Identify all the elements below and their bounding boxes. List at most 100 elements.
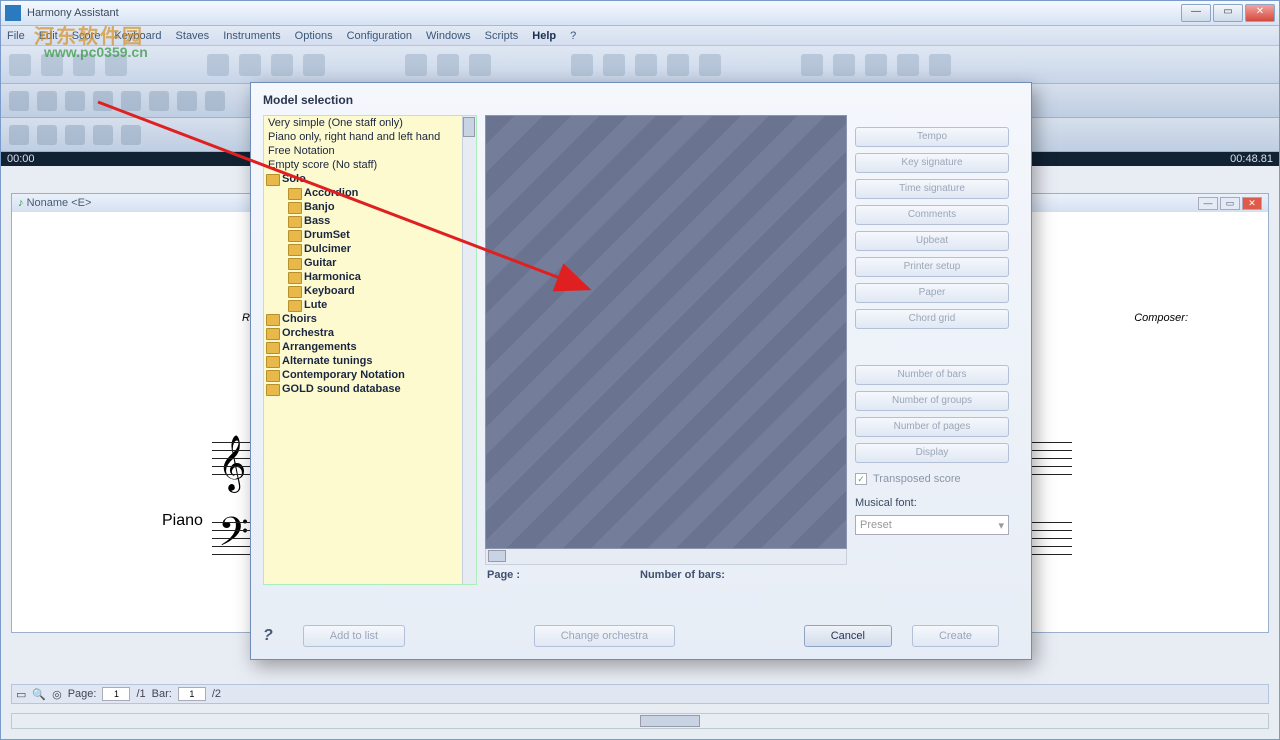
edit-icon[interactable] (93, 125, 113, 145)
side-btn-number-of-bars[interactable]: Number of bars (855, 365, 1009, 385)
menu-keyboard[interactable]: Keyboard (114, 30, 161, 42)
side-btn-time-signature[interactable]: Time signature (855, 179, 1009, 199)
tool-icon[interactable] (699, 54, 721, 76)
note-icon[interactable] (37, 91, 57, 111)
edit-icon[interactable] (65, 125, 85, 145)
zoom-icon[interactable]: 🔍 (32, 688, 46, 701)
transposed-checkbox[interactable]: ✓ (855, 473, 867, 485)
menu-scripts[interactable]: Scripts (485, 30, 519, 42)
model-item-lute[interactable]: Lute (264, 298, 476, 312)
model-item[interactable]: Piano only, right hand and left hand (264, 130, 476, 144)
model-item-dulcimer[interactable]: Dulcimer (264, 242, 476, 256)
preview-scrollbar[interactable] (485, 549, 847, 565)
tool-icon[interactable] (41, 54, 63, 76)
play-icon[interactable] (207, 54, 229, 76)
side-btn-key-signature[interactable]: Key signature (855, 153, 1009, 173)
edit-icon[interactable] (121, 125, 141, 145)
model-item[interactable]: Empty score (No staff) (264, 158, 476, 172)
cancel-button[interactable]: Cancel (804, 625, 892, 647)
model-item-harmonica[interactable]: Harmonica (264, 270, 476, 284)
folder-orchestra[interactable]: Orchestra (264, 326, 476, 340)
side-btn-chord-grid[interactable]: Chord grid (855, 309, 1009, 329)
menu-options[interactable]: Options (295, 30, 333, 42)
side-btn-upbeat[interactable]: Upbeat (855, 231, 1009, 251)
target-icon[interactable]: ◎ (52, 688, 62, 701)
tool-icon[interactable] (897, 54, 919, 76)
tool-icon[interactable] (571, 54, 593, 76)
note-icon[interactable] (93, 91, 113, 111)
menu-configuration[interactable]: Configuration (347, 30, 412, 42)
score-minimize-button[interactable]: — (1198, 197, 1218, 210)
piano-icon[interactable] (801, 54, 823, 76)
tool-icon[interactable] (105, 54, 127, 76)
folder-contemporary-notation[interactable]: Contemporary Notation (264, 368, 476, 382)
side-btn-number-of-groups[interactable]: Number of groups (855, 391, 1009, 411)
side-btn-comments[interactable]: Comments (855, 205, 1009, 225)
score-close-button[interactable]: ✕ (1242, 197, 1262, 210)
menu-?[interactable]: ? (570, 30, 576, 42)
side-btn-tempo[interactable]: Tempo (855, 127, 1009, 147)
model-item-accordion[interactable]: Accordion (264, 186, 476, 200)
note-icon[interactable] (205, 91, 225, 111)
pause-icon[interactable] (239, 54, 261, 76)
note-icon[interactable] (65, 91, 85, 111)
tool-icon[interactable] (405, 54, 427, 76)
model-item-guitar[interactable]: Guitar (264, 256, 476, 270)
score-maximize-button[interactable]: ▭ (1220, 197, 1240, 210)
record-icon[interactable] (929, 54, 951, 76)
preview-scrollbar-thumb[interactable] (488, 550, 506, 562)
forward-icon[interactable] (303, 54, 325, 76)
folder-solo[interactable]: Solo (264, 172, 476, 186)
help-icon[interactable]: ? (263, 627, 273, 645)
keyboard-icon[interactable] (865, 54, 887, 76)
note-icon[interactable] (9, 91, 29, 111)
folder-choirs[interactable]: Choirs (264, 312, 476, 326)
note-icon[interactable] (177, 91, 197, 111)
model-list[interactable]: Very simple (One staff only)Piano only, … (263, 115, 477, 585)
folder-arrangements[interactable]: Arrangements (264, 340, 476, 354)
model-item-banjo[interactable]: Banjo (264, 200, 476, 214)
folder-gold-sound-database[interactable]: GOLD sound database (264, 382, 476, 396)
scrollbar-thumb[interactable] (640, 715, 700, 727)
menu-score[interactable]: Score (72, 30, 101, 42)
tool-icon[interactable] (667, 54, 689, 76)
mic-icon[interactable] (603, 54, 625, 76)
tool-icon[interactable] (833, 54, 855, 76)
musical-font-select[interactable]: Preset▾ (855, 515, 1009, 535)
tool-icon[interactable] (469, 54, 491, 76)
note-icon[interactable] (149, 91, 169, 111)
tool-icon[interactable] (9, 54, 31, 76)
nav-icon[interactable]: ▭ (16, 688, 26, 701)
tool-icon[interactable] (437, 54, 459, 76)
model-item-keyboard[interactable]: Keyboard (264, 284, 476, 298)
create-button[interactable]: Create (912, 625, 999, 647)
model-item[interactable]: Free Notation (264, 144, 476, 158)
tool-icon[interactable] (73, 54, 95, 76)
menu-instruments[interactable]: Instruments (223, 30, 280, 42)
side-btn-printer-setup[interactable]: Printer setup (855, 257, 1009, 277)
menu-help[interactable]: Help (532, 30, 556, 42)
edit-icon[interactable] (9, 125, 29, 145)
edit-icon[interactable] (37, 125, 57, 145)
note-icon[interactable] (121, 91, 141, 111)
rewind-icon[interactable] (271, 54, 293, 76)
list-scrollbar-thumb[interactable] (463, 117, 475, 137)
maximize-button[interactable]: ▭ (1213, 4, 1243, 22)
horizontal-scrollbar[interactable] (11, 713, 1269, 729)
model-item[interactable]: Very simple (One staff only) (264, 116, 476, 130)
menu-file[interactable]: File (7, 30, 25, 42)
side-btn-number-of-pages[interactable]: Number of pages (855, 417, 1009, 437)
minimize-button[interactable]: — (1181, 4, 1211, 22)
model-item-drumset[interactable]: DrumSet (264, 228, 476, 242)
side-btn-display[interactable]: Display (855, 443, 1009, 463)
list-scrollbar[interactable] (462, 116, 476, 584)
folder-alternate-tunings[interactable]: Alternate tunings (264, 354, 476, 368)
side-btn-paper[interactable]: Paper (855, 283, 1009, 303)
tool-icon[interactable] (635, 54, 657, 76)
menu-staves[interactable]: Staves (176, 30, 210, 42)
page-input[interactable] (102, 687, 130, 701)
add-to-list-button[interactable]: Add to list (303, 625, 405, 647)
change-orchestra-button[interactable]: Change orchestra (534, 625, 675, 647)
menu-windows[interactable]: Windows (426, 30, 471, 42)
model-item-bass[interactable]: Bass (264, 214, 476, 228)
